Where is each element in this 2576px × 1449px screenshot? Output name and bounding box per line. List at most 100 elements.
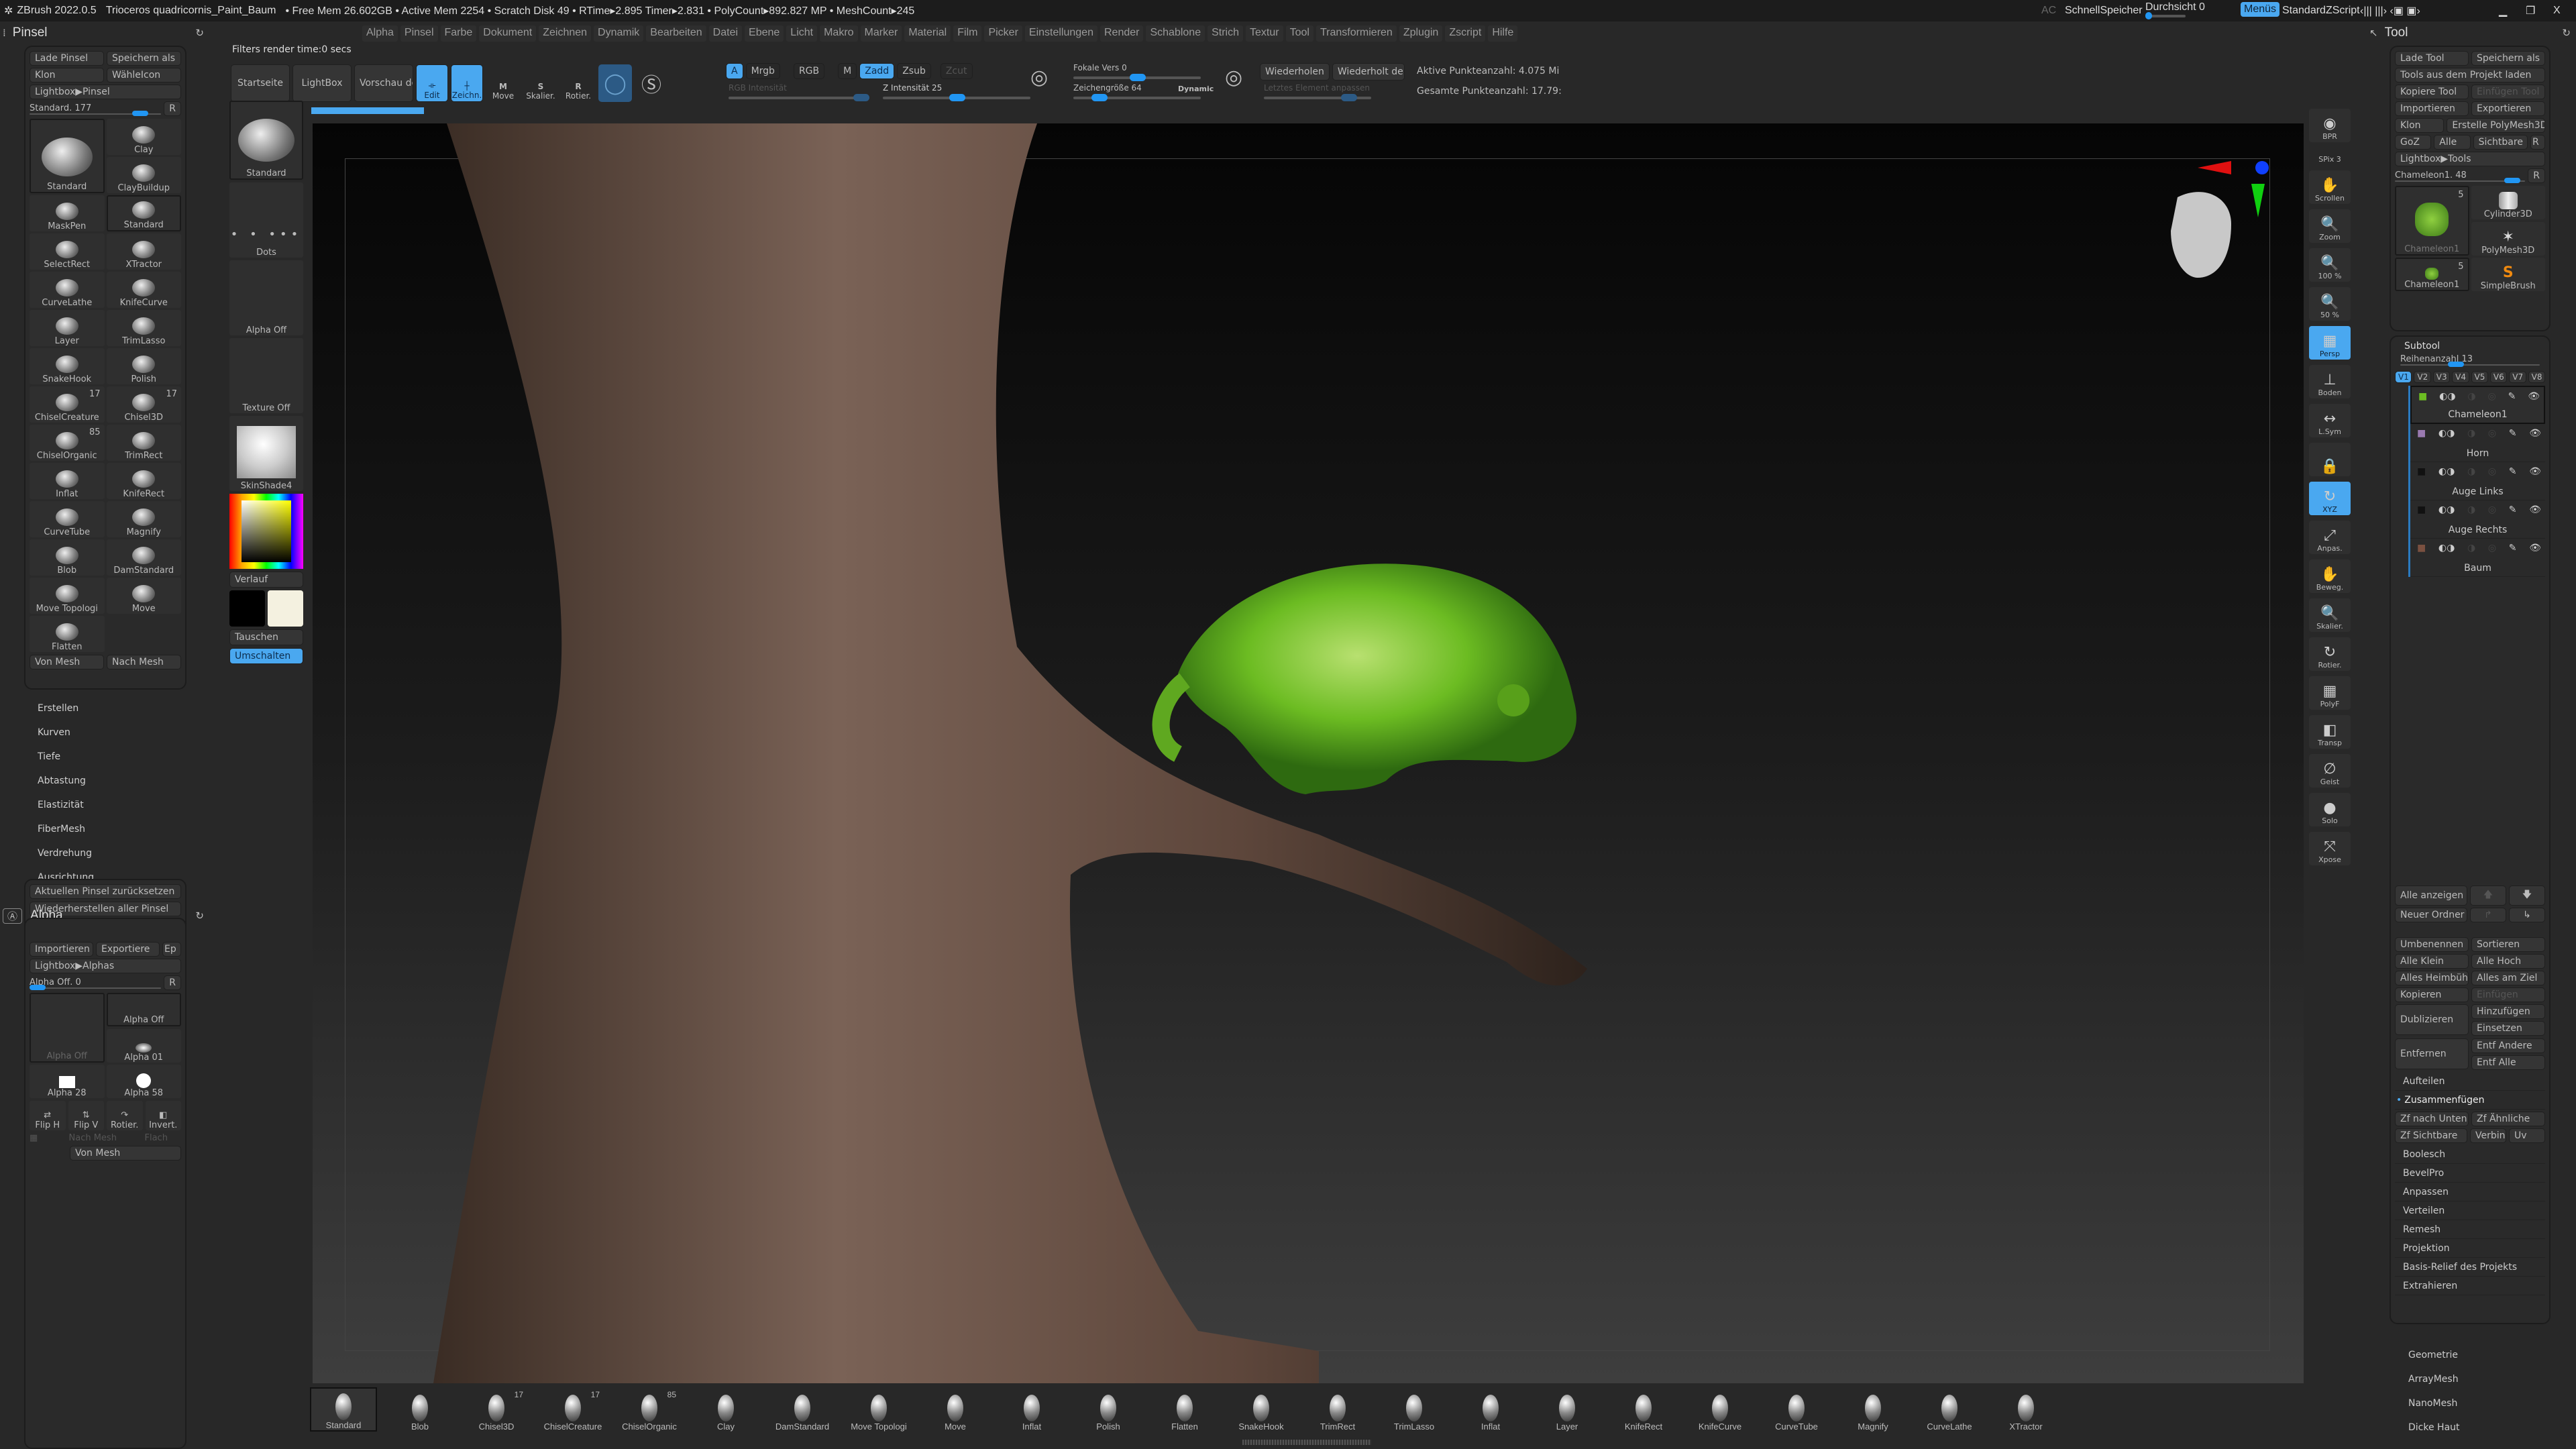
tool-more-section[interactable]: Dicke Haut — [2400, 1415, 2548, 1440]
menu-dokument[interactable]: Dokument — [479, 25, 537, 42]
menu-zscript[interactable]: Zscript — [1445, 25, 1486, 42]
eye-visibility-icon[interactable]: 👁 — [2528, 391, 2540, 402]
goz-visible-button[interactable]: Sichtbare — [2473, 135, 2528, 150]
brush-item[interactable]: SelectRect — [30, 233, 105, 270]
tool-slider[interactable]: Chameleon1. 48 R — [2395, 168, 2545, 183]
tool-r-button[interactable]: R — [2528, 168, 2545, 183]
ac-button[interactable]: AC — [2041, 5, 2056, 17]
tool-chameleon-sub[interactable]: 5 Chameleon1 — [2395, 258, 2469, 291]
mask-toggle-icon[interactable]: ◑ — [2467, 428, 2475, 439]
shelf-brush[interactable]: Polish — [1075, 1387, 1142, 1432]
shelf-brush[interactable]: CurveTube — [1763, 1387, 1830, 1432]
alpha-slider[interactable]: Alpha Off. 0 R — [30, 975, 181, 990]
version-tab-v8[interactable]: V8 — [2528, 371, 2545, 383]
tool-polymesh3d[interactable]: ✶ PolyMesh3D — [2471, 221, 2545, 256]
menu-licht[interactable]: Licht — [786, 25, 818, 42]
flip-v-button[interactable]: ⇅ Flip V — [68, 1101, 104, 1130]
repeat-to-button[interactable]: Wiederholt de — [1332, 63, 1405, 80]
new-folder-button[interactable]: Neuer Ordner — [2395, 908, 2467, 922]
refresh-icon[interactable]: ↻ — [2562, 27, 2571, 39]
menu-picker[interactable]: Picker — [984, 25, 1022, 42]
material-mode-icon[interactable]: ◯ — [598, 64, 632, 102]
version-tab-v5[interactable]: V5 — [2471, 371, 2488, 383]
view-button-scrollen[interactable]: ✋ Scrollen — [2309, 170, 2351, 204]
brush-item[interactable]: Inflat — [30, 463, 105, 499]
brush-item[interactable]: Move — [106, 578, 181, 614]
select-icon-button[interactable]: WähleIcon — [107, 68, 181, 83]
menu-transformieren[interactable]: Transformieren — [1316, 25, 1397, 42]
polypaint-toggle-icon[interactable]: ◐◑ — [2438, 504, 2455, 515]
view-button-anpas[interactable]: ⤢ Anpas. — [2309, 521, 2351, 554]
shelf-brush[interactable]: CurveLathe — [1916, 1387, 1983, 1432]
shelf-brush[interactable]: DamStandard — [769, 1387, 836, 1432]
tool-cylinder3d[interactable]: Cylinder3D — [2471, 186, 2545, 219]
load-brush-button[interactable]: Lade Pinsel — [30, 51, 104, 66]
shelf-brush[interactable]: KnifeCurve — [1686, 1387, 1754, 1432]
viewport-canvas[interactable] — [313, 123, 2304, 1383]
tool-section[interactable]: Extrahieren — [2395, 1277, 2545, 1295]
subtool-item[interactable]: ■ ◐◑ ◑ ◎ ✎ 👁 Chameleon1 — [2410, 386, 2545, 424]
brush-item[interactable]: Standard — [30, 119, 105, 193]
goz-r-button[interactable]: R — [2530, 135, 2545, 150]
version-tab-v3[interactable]: V3 — [2432, 371, 2451, 383]
brush-item[interactable]: Polish — [106, 348, 181, 384]
polypaint-toggle-icon[interactable]: ◐◑ — [2438, 543, 2455, 553]
shelf-brush[interactable]: Blob — [386, 1387, 453, 1432]
load-project-tools-button[interactable]: Tools aus dem Projekt laden — [2395, 68, 2545, 83]
folder-up-icon[interactable]: ↱ — [2470, 908, 2506, 922]
preview-button[interactable]: Vorschau des I — [354, 64, 413, 102]
shelf-brush[interactable]: Flatten — [1151, 1387, 1218, 1432]
subtool-item[interactable]: ■ ◐◑ ◑ ◎ ✎ 👁 Horn — [2410, 424, 2545, 462]
rgb-intensity-slider[interactable]: RGB Intensität — [729, 83, 869, 101]
main-color-swatch[interactable] — [229, 590, 265, 627]
menu-marker[interactable]: Marker — [860, 25, 902, 42]
alpha-flat-button[interactable]: Flach — [145, 1133, 182, 1143]
action-alle-klein-button[interactable]: Alle Klein — [2395, 954, 2469, 969]
eye-visibility-icon[interactable]: 👁 — [2529, 543, 2541, 553]
paste-tool-button[interactable]: Einfügen Tool — [2471, 85, 2545, 99]
save-tool-button[interactable]: Speichern als — [2471, 51, 2545, 66]
sphere-mode-icon[interactable]: Ⓢ — [635, 64, 668, 102]
brush-section[interactable]: Tiefe — [0, 745, 215, 769]
shelf-brush[interactable]: Magnify — [1839, 1387, 1907, 1432]
action-alles-heimb-h-button[interactable]: Alles Heimbüh — [2395, 971, 2469, 985]
copy-tool-button[interactable]: Kopiere Tool — [2395, 85, 2469, 99]
shelf-brush[interactable]: 17 ChiselCreature — [539, 1387, 606, 1432]
rows-slider[interactable]: Reihenanzahl 13 — [2395, 352, 2545, 368]
alpha-58[interactable]: Alpha 58 — [106, 1065, 181, 1098]
brush-edit-icon[interactable]: ✎ — [2509, 466, 2517, 477]
alpha-off[interactable]: Alpha Off — [106, 993, 181, 1026]
polypaint-toggle-icon[interactable]: ◐◑ — [2438, 466, 2455, 477]
menu-pinsel[interactable]: Pinsel — [400, 25, 438, 42]
view-button-xyz[interactable]: ↻ XYZ — [2309, 482, 2351, 515]
lightbox-alpha-button[interactable]: Lightbox▶Alphas — [30, 959, 181, 973]
brush-item[interactable]: TrimLasso — [106, 310, 181, 346]
menu-textur[interactable]: Textur — [1246, 25, 1283, 42]
clone-tool-button[interactable]: Klon — [2395, 118, 2445, 133]
alpha-to-mesh-button[interactable]: Nach Mesh — [69, 1133, 142, 1143]
to-mesh-button[interactable]: Nach Mesh — [107, 655, 181, 669]
edit-button[interactable]: ⟛ Edit — [416, 64, 448, 102]
brush-item[interactable]: 85 ChiselOrganic — [30, 425, 105, 461]
view-button-lock[interactable]: 🔒 — [2309, 443, 2351, 476]
swap-colors-button[interactable]: Tauschen — [229, 629, 303, 645]
version-tab-v1[interactable]: V1 — [2395, 371, 2412, 383]
load-tool-button[interactable]: Lade Tool — [2395, 51, 2469, 66]
view-button-boden[interactable]: ⊥ Boden — [2309, 365, 2351, 398]
alpha-28[interactable]: Alpha 28 — [30, 1065, 105, 1098]
menu-datei[interactable]: Datei — [708, 25, 743, 42]
brush-item[interactable]: TrimRect — [106, 425, 181, 461]
export-tool-button[interactable]: Exportieren — [2471, 101, 2545, 116]
view-button-geist[interactable]: ∅ Geist — [2309, 754, 2351, 788]
export-alpha-button[interactable]: Exportiere — [96, 942, 160, 957]
brush-item[interactable]: XTractor — [106, 233, 181, 270]
home-button[interactable]: Startseite — [231, 64, 290, 102]
brush-item[interactable]: CurveTube — [30, 501, 105, 537]
menus-toggle[interactable]: Menüs — [2241, 2, 2280, 17]
mask-toggle-icon[interactable]: ◑ — [2467, 391, 2475, 402]
brush-item[interactable]: Flatten — [30, 616, 105, 652]
uv-button[interactable]: Uv — [2509, 1128, 2545, 1143]
menu-zplugin[interactable]: Zplugin — [1399, 25, 1443, 42]
merge-section[interactable]: • Zusammenfügen — [2395, 1091, 2545, 1110]
alpha-button[interactable]: Alpha Off — [229, 260, 303, 335]
